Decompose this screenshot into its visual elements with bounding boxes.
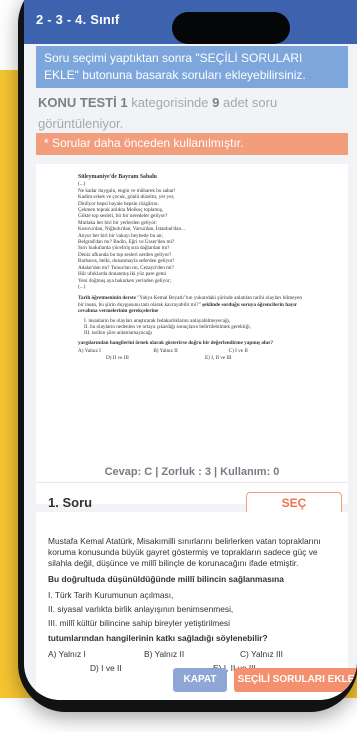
answer-options-row2: D) II ve III E) I, II ve III <box>78 355 304 361</box>
answer-option: D) II ve III <box>106 354 129 361</box>
question-number-label: 1. Soru <box>48 495 93 510</box>
answer-option: B) Yalnız II <box>144 649 185 659</box>
answer-option: E) I, II ve III <box>205 354 232 361</box>
statement-item: III. tarihin şiire anlatılamayacağı <box>84 330 152 337</box>
statement-item: III. millî kültür bilincine sahip bireyl… <box>48 618 230 628</box>
question-count-text: KONU TESTİ 1 kategorisinde 9 adet soru g… <box>38 92 348 134</box>
question-1-items: I. insanların bu olayları araştırarak fe… <box>78 318 304 337</box>
answer-option: A) Yalnız I <box>48 649 86 659</box>
info-banner: Soru seçimi yaptıktan sonra "SEÇİLİ SORU… <box>36 46 348 88</box>
page-title: 2 - 3 - 4. Sınıf <box>36 12 120 27</box>
test-name: KONU TESTİ 1 <box>38 95 128 110</box>
warning-banner: * Sorular daha önceden kullanılmıştır. <box>36 133 348 155</box>
poem-title: Süleymaniye'de Bayram Sabahı <box>78 174 157 180</box>
question-2-items: I. Türk Tarih Kurumunun açılması, II. si… <box>48 590 336 629</box>
camera-notch <box>172 12 290 44</box>
statement-item: II. siyasal varlıkta birlik anlayışının … <box>48 604 234 614</box>
question-meta: Cevap: C | Zorluk : 3 | Kullanım: 0 <box>104 466 280 478</box>
add-selected-questions-button[interactable]: SEÇİLİ SORULARI EKLE <box>234 668 357 692</box>
prompt-lead: Tarih öğretmeninin derste <box>78 295 138 302</box>
question-card-1: Süleymaniye'de Bayram Sabahı (...) Ne ka… <box>36 164 348 516</box>
answer-options: A) Yalnız I B) Yalnız II C) Yalnız III <box>48 649 336 660</box>
question-1-question: yargılarından hangilerini örnek olarak g… <box>78 339 274 346</box>
question-2-lead: Bu doğrultuda düşünüldüğünde millî bilin… <box>48 574 284 584</box>
question-2-image: Mustafa Kemal Atatürk, Misakımilli sınır… <box>48 536 336 674</box>
question-2-paragraph: Mustafa Kemal Atatürk, Misakımilli sınır… <box>48 536 321 568</box>
divider <box>36 482 348 483</box>
question-1-prompt: Tarih öğretmeninin derste "Yahya Kemal B… <box>78 295 304 314</box>
poem-line: (...) <box>78 283 86 290</box>
question-2-question: tutumlarından hangilerinin katkı sağladı… <box>48 633 268 643</box>
count-mid-text: kategorisinde <box>127 95 213 110</box>
app-screen: 2 - 3 - 4. Sınıf Soru seçimi yaptıktan s… <box>24 0 357 700</box>
question-1-image: Süleymaniye'de Bayram Sabahı (...) Ne ka… <box>78 174 304 458</box>
poem-lines: (...) Ne kadar duygulu, engin ve mübarek… <box>78 181 304 290</box>
close-button[interactable]: KAPAT <box>173 668 227 692</box>
answer-option: C) Yalnız III <box>240 649 283 659</box>
statement-item: I. Türk Tarih Kurumunun açılması, <box>48 590 174 600</box>
